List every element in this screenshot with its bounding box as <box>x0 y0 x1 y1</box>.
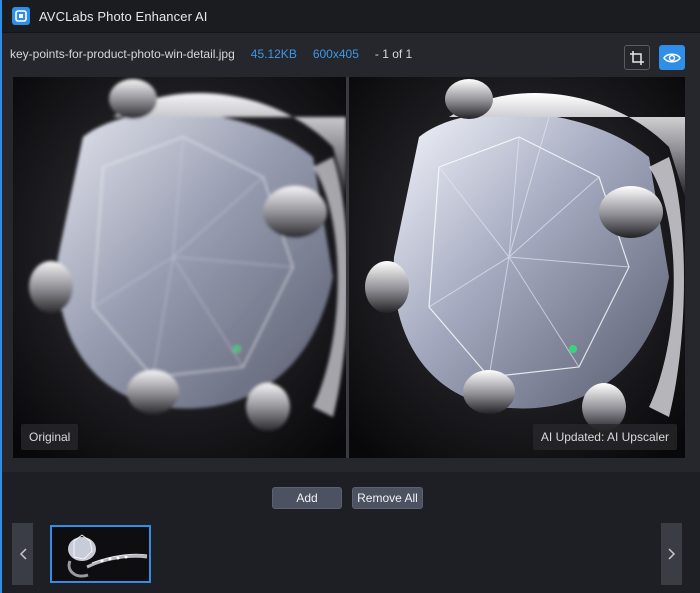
add-button[interactable]: Add <box>272 487 342 509</box>
eye-icon <box>663 53 681 62</box>
file-dimensions: 600x405 <box>312 47 359 61</box>
preview-area: Original AI Updated: AI Upscaler <box>2 75 700 472</box>
thumbnail-strip <box>12 523 684 585</box>
thumbnail-prev-button[interactable] <box>12 523 33 585</box>
app-window: AVCLabs Photo Enhancer AI key-points-for… <box>0 0 700 593</box>
app-title: AVCLabs Photo Enhancer AI <box>39 8 208 24</box>
preview-toggle-button[interactable] <box>659 45 685 70</box>
original-label: Original <box>21 424 79 450</box>
enhanced-label: AI Updated: AI Upscaler <box>532 424 677 450</box>
enhanced-image: AI Updated: AI Upscaler <box>349 77 685 458</box>
file-name: key-points-for-product-photo-win-detail.… <box>10 47 235 61</box>
crop-button[interactable] <box>624 45 650 70</box>
thumbnail-item[interactable] <box>50 525 151 583</box>
file-size: 45.12KB <box>250 47 297 61</box>
chevron-left-icon <box>19 548 27 560</box>
remove-all-button[interactable]: Remove All <box>352 487 423 509</box>
file-count: - 1 of 1 <box>374 47 413 61</box>
file-info-bar: key-points-for-product-photo-win-detail.… <box>2 33 700 75</box>
crop-icon <box>630 50 644 65</box>
title-bar: AVCLabs Photo Enhancer AI <box>2 0 700 33</box>
chevron-right-icon <box>667 548 675 560</box>
original-image: Original <box>13 77 346 458</box>
thumbnail-next-button[interactable] <box>661 523 682 585</box>
app-logo-icon <box>12 7 30 25</box>
